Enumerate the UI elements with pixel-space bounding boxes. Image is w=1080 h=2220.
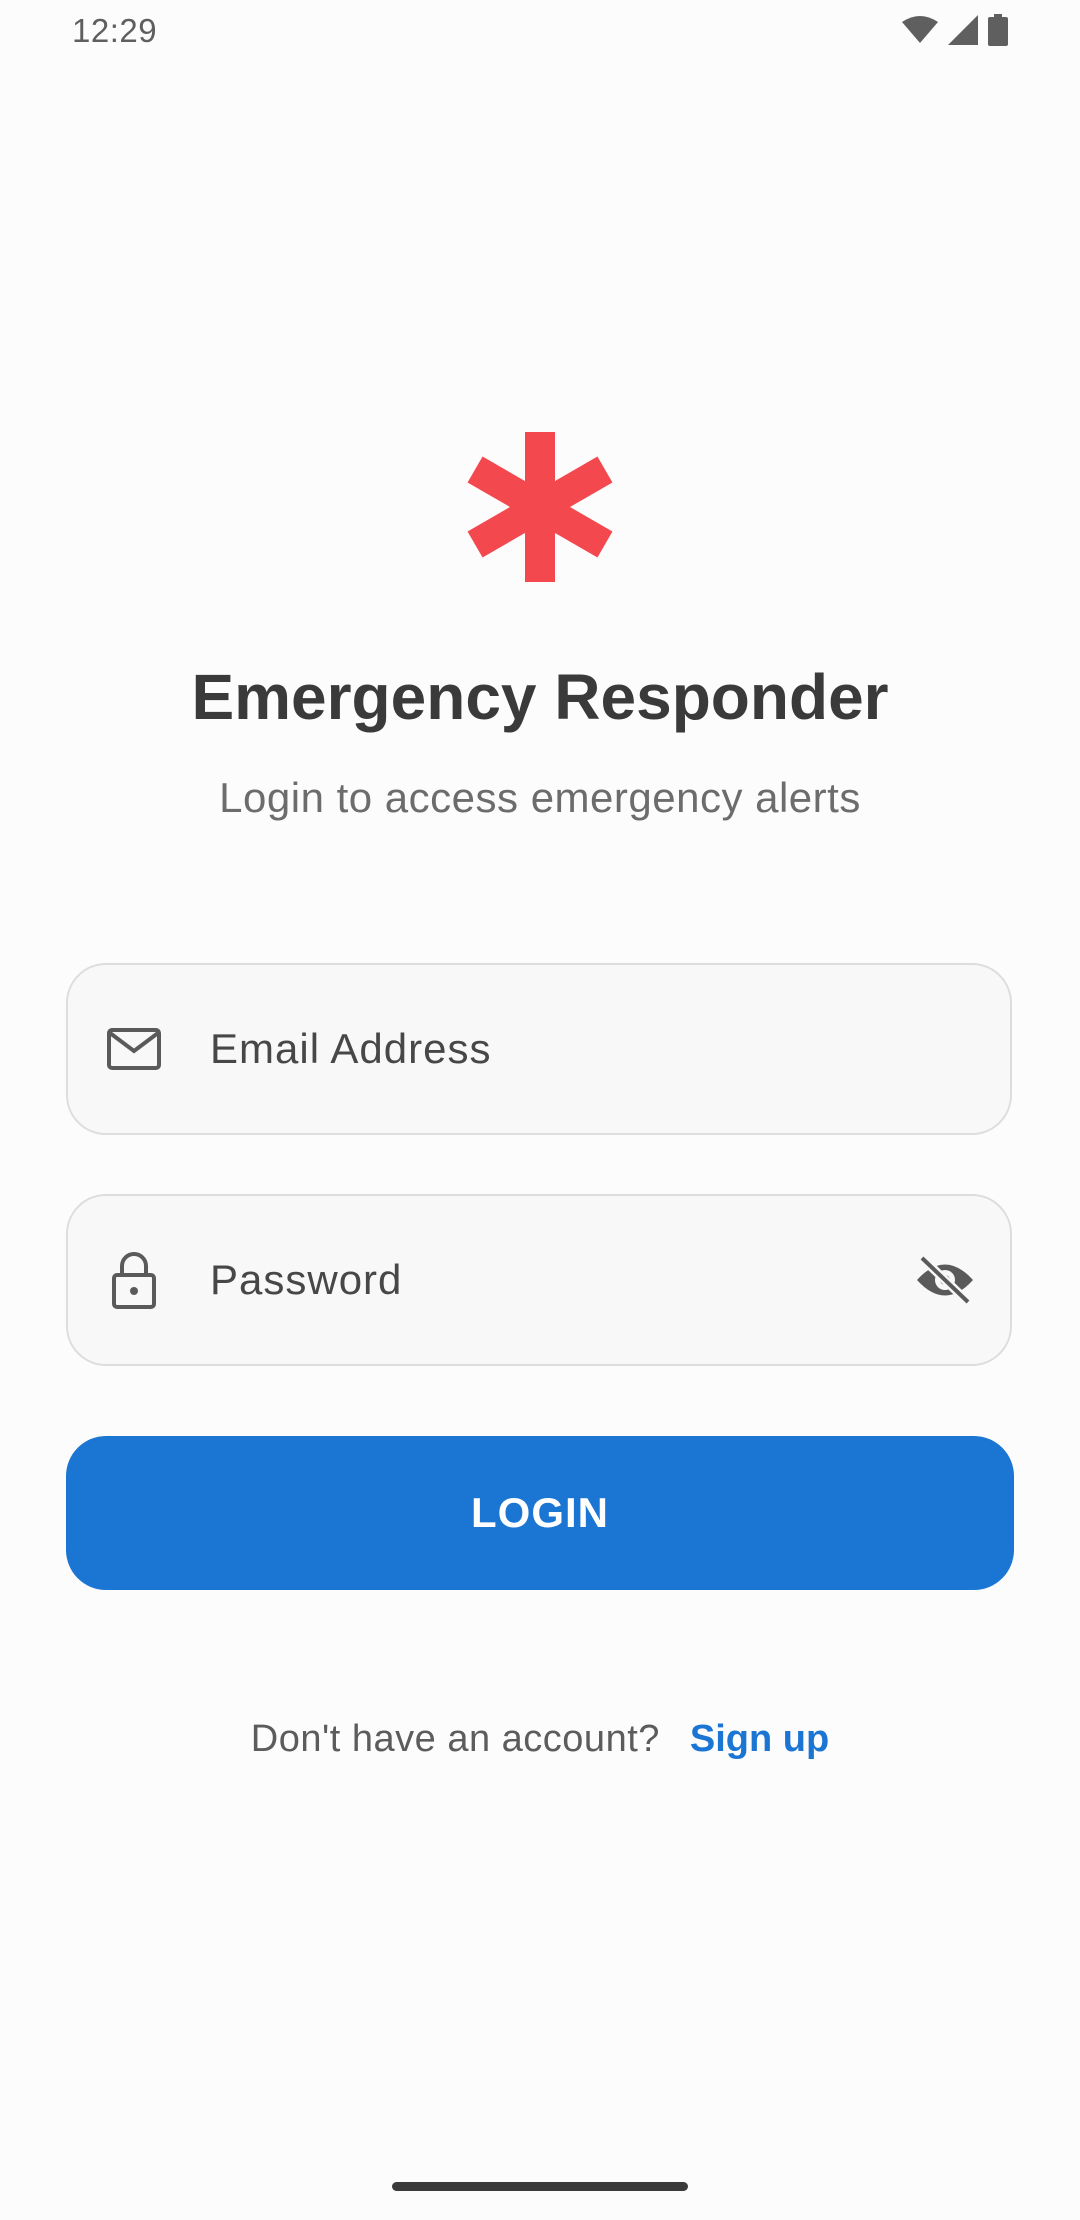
- home-indicator[interactable]: [392, 2182, 688, 2191]
- signup-row: Don't have an account? Sign up: [0, 1718, 1080, 1761]
- password-input[interactable]: [210, 1196, 850, 1364]
- eye-off-icon[interactable]: [910, 1245, 980, 1315]
- password-field[interactable]: [66, 1194, 1012, 1366]
- status-time: 12:29: [72, 12, 158, 49]
- wifi-icon: [902, 16, 938, 44]
- cellular-signal-icon: [948, 15, 978, 45]
- email-field[interactable]: [66, 963, 1012, 1135]
- app-title: Emergency Responder: [191, 661, 889, 733]
- signup-prompt: Don't have an account?: [250, 1718, 660, 1760]
- medical-asterisk-icon: [465, 432, 615, 582]
- login-button[interactable]: LOGIN: [66, 1436, 1014, 1590]
- mail-icon: [104, 1019, 164, 1079]
- status-icons: [902, 14, 1008, 46]
- app-subtitle: Login to access emergency alerts: [219, 774, 861, 821]
- signup-link[interactable]: Sign up: [690, 1718, 829, 1760]
- login-screen: 12:29 Emergency Responder Login to acces…: [0, 0, 1080, 2220]
- email-input[interactable]: [210, 965, 850, 1133]
- battery-icon: [988, 14, 1008, 46]
- status-bar: 12:29: [0, 0, 1080, 64]
- lock-icon: [104, 1250, 164, 1310]
